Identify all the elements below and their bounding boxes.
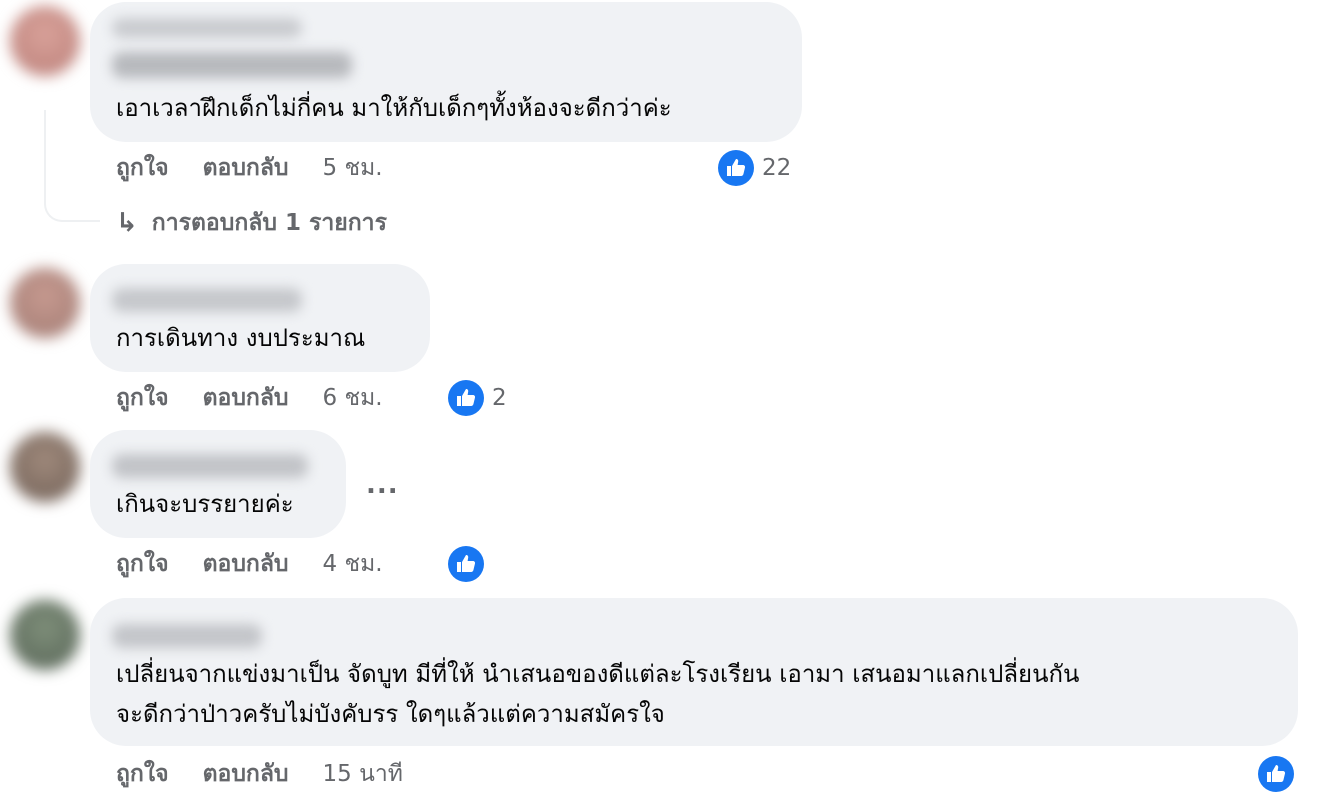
timestamp[interactable]: 4 ชม. (323, 546, 383, 582)
reply-button[interactable]: ตอบกลับ (203, 150, 289, 186)
like-button[interactable]: ถูกใจ (116, 546, 169, 582)
comment-text: เกินจะบรรยายค่ะ (116, 490, 294, 518)
thumbs-up-icon (448, 380, 484, 416)
blurred-author-name (112, 454, 308, 478)
comment-actions: ถูกใจ ตอบกลับ 6 ชม. (116, 380, 383, 416)
blurred-author-name (112, 18, 302, 38)
thumbs-up-icon (718, 150, 754, 186)
avatar[interactable] (10, 268, 80, 338)
blurred-author-name (112, 624, 262, 648)
reaction-summary[interactable]: 2 (448, 380, 507, 416)
comment-actions: ถูกใจ ตอบกลับ 4 ชม. (116, 546, 383, 582)
reaction-summary[interactable] (1258, 756, 1294, 792)
avatar[interactable] (10, 6, 80, 76)
like-button[interactable]: ถูกใจ (116, 150, 169, 186)
blurred-author-name (112, 52, 352, 78)
comment-actions: ถูกใจ ตอบกลับ 15 นาที (116, 756, 403, 792)
comment-text: การเดินทาง งบประมาณ (116, 324, 366, 352)
like-count: 22 (762, 155, 792, 181)
ellipsis-icon[interactable]: ... (366, 470, 399, 500)
thumbs-up-icon (448, 546, 484, 582)
like-button[interactable]: ถูกใจ (116, 380, 169, 416)
comment-bubble: เกินจะบรรยายค่ะ (90, 430, 346, 538)
reaction-summary[interactable]: 22 (718, 150, 791, 186)
like-count: 2 (492, 385, 507, 411)
timestamp[interactable]: 15 นาที (323, 756, 403, 792)
timestamp[interactable]: 6 ชม. (323, 380, 383, 416)
thumbs-up-icon (1258, 756, 1294, 792)
reply-arrow-icon: ↳ (116, 208, 138, 238)
like-button[interactable]: ถูกใจ (116, 756, 169, 792)
avatar[interactable] (10, 600, 80, 670)
comment-bubble: เปลี่ยนจากแข่งมาเป็น จัดบูท มีที่ให้ นำเ… (90, 598, 1298, 746)
reply-button[interactable]: ตอบกลับ (203, 546, 289, 582)
blurred-author-name (112, 288, 302, 312)
reaction-summary[interactable] (448, 546, 484, 582)
comment-actions: ถูกใจ ตอบกลับ 5 ชม. (116, 150, 383, 186)
comment-text: จะดีกว่าป่าวครับไม่บังคับรร ใดๆแล้วแต่คว… (116, 700, 665, 728)
comment-section: เอาเวลาฝึกเด็กไม่กี่คน มาให้กับเด็กๆทั้ง… (0, 0, 1334, 810)
view-replies-link[interactable]: ↳ การตอบกลับ 1 รายการ (116, 204, 387, 242)
reply-button[interactable]: ตอบกลับ (203, 380, 289, 416)
timestamp[interactable]: 5 ชม. (323, 150, 383, 186)
reply-button[interactable]: ตอบกลับ (203, 756, 289, 792)
comment-text: เอาเวลาฝึกเด็กไม่กี่คน มาให้กับเด็กๆทั้ง… (116, 94, 672, 122)
replies-label: การตอบกลับ 1 รายการ (151, 210, 387, 236)
comment-bubble: การเดินทาง งบประมาณ (90, 264, 430, 372)
comment-text: เปลี่ยนจากแข่งมาเป็น จัดบูท มีที่ให้ นำเ… (116, 660, 1080, 688)
comment-bubble: เอาเวลาฝึกเด็กไม่กี่คน มาให้กับเด็กๆทั้ง… (90, 2, 802, 142)
avatar[interactable] (10, 432, 80, 502)
thread-connector (44, 110, 100, 222)
